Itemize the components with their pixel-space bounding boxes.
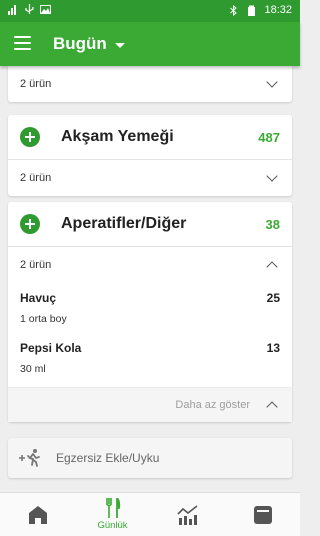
meal-header: Akşam Yemeği 487 — [8, 115, 292, 159]
meal-card-previous: 2 ürün — [8, 66, 292, 102]
food-amount: 1 orta boy — [20, 313, 67, 325]
add-exercise-icon — [19, 449, 40, 467]
chevron-up-icon — [266, 400, 278, 413]
food-kcal: 13 — [266, 341, 280, 355]
status-icons-left — [8, 4, 51, 15]
bottom-nav: Günlük — [0, 492, 300, 536]
app-bar-title: Bugün — [53, 34, 107, 53]
diary-book-icon — [253, 505, 272, 524]
progress-chart-icon — [176, 504, 197, 525]
food-item[interactable]: Pepsi Kola 13 30 ml — [8, 331, 292, 387]
image-icon — [40, 5, 51, 14]
food-kcal: 25 — [266, 291, 280, 305]
menu-icon[interactable] — [14, 36, 31, 50]
nav-progress[interactable] — [150, 493, 225, 536]
meal-kcal: 487 — [258, 129, 280, 145]
usb-icon — [25, 4, 34, 14]
food-name: Pepsi Kola — [20, 341, 82, 355]
nav-home[interactable] — [0, 493, 75, 536]
meal-items-toggle[interactable]: 2 ürün — [8, 66, 292, 102]
home-icon — [28, 505, 47, 524]
diary-content: 2 ürün Akşam Yemeği 487 2 ürün Aperatifl… — [0, 66, 300, 492]
food-amount: 30 ml — [20, 363, 46, 375]
food-item[interactable]: Havuç 25 1 orta boy — [8, 283, 292, 331]
chevron-down-icon — [266, 76, 278, 88]
meal-item-count: 2 ürün — [20, 259, 52, 271]
meal-items-toggle[interactable]: 2 ürün — [8, 159, 292, 196]
nav-more[interactable] — [225, 493, 300, 536]
chevron-up-icon — [266, 260, 278, 273]
chevron-down-icon — [266, 170, 278, 182]
signal-icon — [8, 5, 16, 15]
meal-title: Aperatifler/Diğer — [61, 215, 187, 232]
meal-items-toggle[interactable]: 2 ürün — [8, 246, 292, 283]
meal-title: Akşam Yemeği — [61, 128, 174, 145]
nav-diary[interactable]: Günlük — [75, 493, 150, 536]
meal-card-snacks: Aperatifler/Diğer 38 2 ürün Havuç 25 1 o… — [8, 202, 292, 422]
chevron-down-icon — [114, 42, 125, 48]
status-icons-right: 18:32 — [228, 4, 292, 16]
add-exercise-label: Egzersiz Ekle/Uyku — [56, 451, 160, 465]
food-name: Havuç — [20, 291, 57, 305]
show-less-label: Daha az göster — [175, 399, 250, 411]
app-bar: Bugün — [0, 22, 300, 66]
show-less-button[interactable]: Daha az göster — [8, 387, 292, 422]
add-food-icon[interactable] — [20, 214, 40, 234]
status-bar: 18:32 — [0, 0, 300, 22]
bluetooth-icon — [230, 4, 238, 16]
meal-card-dinner: Akşam Yemeği 487 2 ürün — [8, 115, 292, 196]
meal-header: Aperatifler/Diğer 38 — [8, 202, 292, 246]
battery-icon — [248, 5, 256, 16]
status-time: 18:32 — [264, 4, 292, 16]
date-selector[interactable]: Bugün — [53, 34, 125, 54]
add-exercise-button[interactable]: Egzersiz Ekle/Uyku — [8, 438, 292, 478]
meal-item-count: 2 ürün — [20, 78, 52, 90]
add-food-icon[interactable] — [20, 127, 40, 147]
meal-item-count: 2 ürün — [20, 172, 52, 184]
nav-diary-label: Günlük — [97, 520, 128, 531]
fork-knife-icon — [105, 498, 120, 518]
meal-kcal: 38 — [265, 216, 280, 232]
